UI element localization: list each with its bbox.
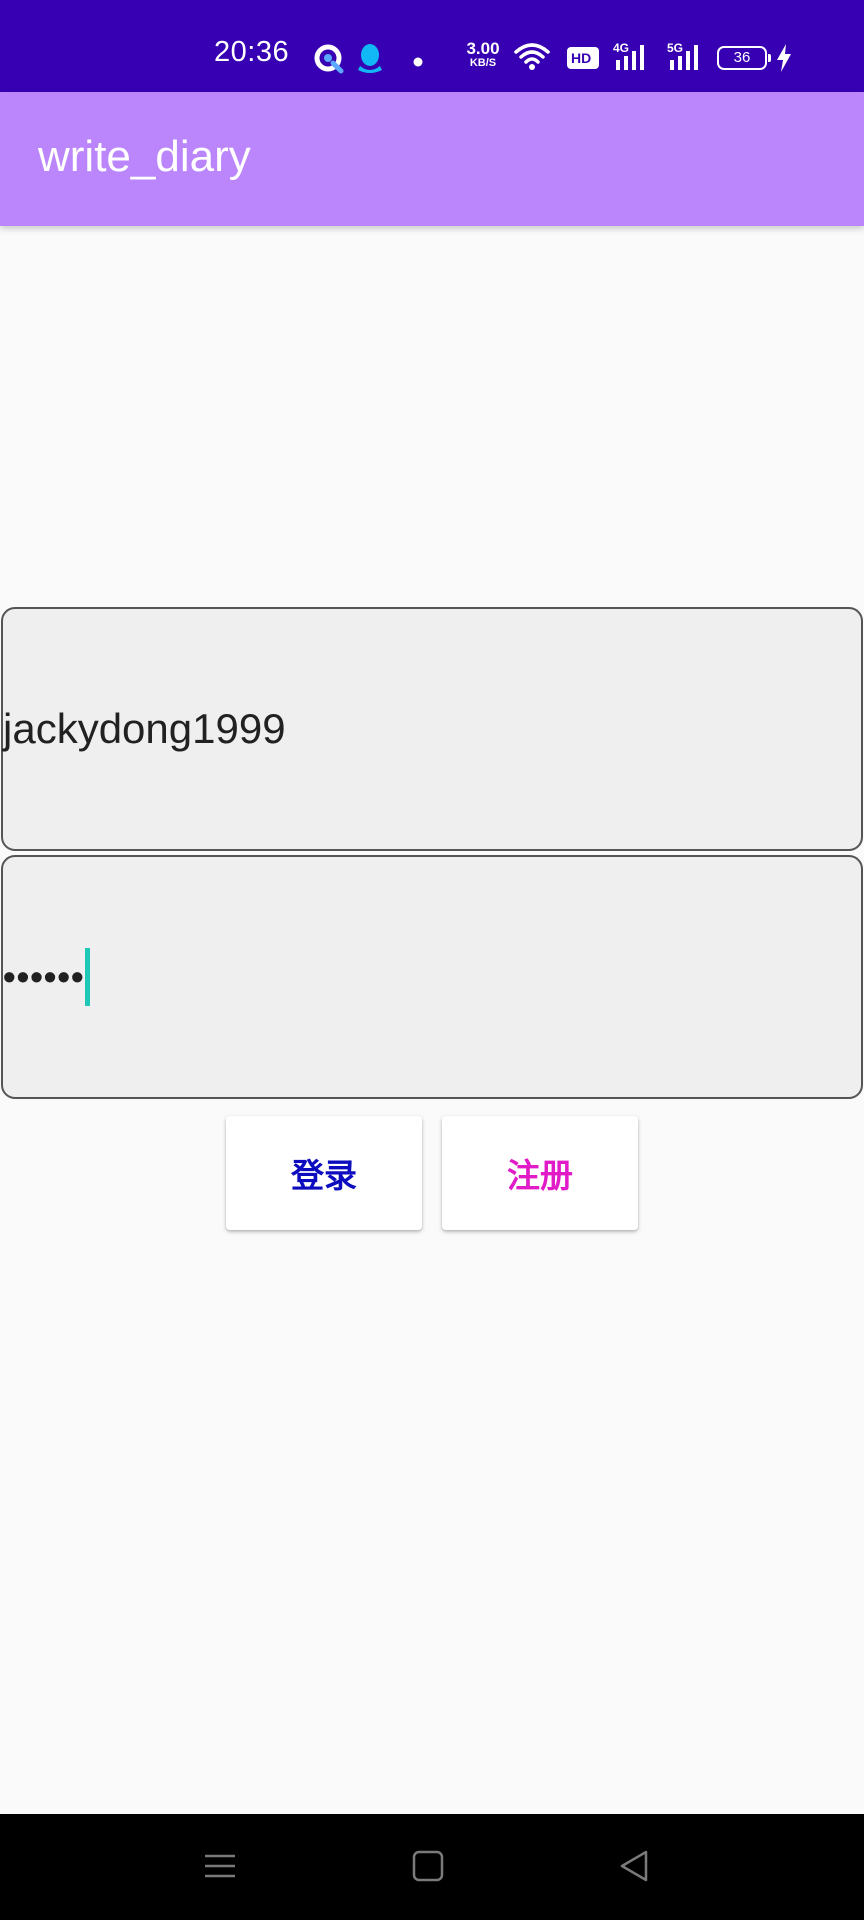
- password-field[interactable]: ••••••: [1, 855, 863, 1099]
- charging-icon: [776, 44, 792, 76]
- svg-text:HD: HD: [571, 50, 591, 66]
- network-speed-value: 3.00: [466, 39, 500, 58]
- password-value: ••••••: [3, 956, 85, 997]
- 5g-signal-icon: 5G: [666, 40, 706, 76]
- 4g-signal-icon: 4G: [612, 40, 652, 76]
- status-time: 20:36: [214, 36, 290, 68]
- svg-text:5G: 5G: [667, 41, 683, 55]
- hd-icon: HD: [566, 46, 600, 74]
- battery-icon: 36: [717, 46, 771, 70]
- quark-browser-icon: [314, 44, 344, 78]
- network-speed-unit: KB/S: [469, 57, 497, 69]
- register-button-label: 注册: [507, 1156, 573, 1195]
- menu-icon[interactable]: [202, 1848, 238, 1888]
- text-cursor: [84, 948, 90, 1006]
- app-title: write_diary: [38, 132, 251, 181]
- username-value: jackydong1999: [3, 705, 286, 752]
- svg-text:4G: 4G: [613, 41, 629, 55]
- login-button[interactable]: 登录: [226, 1116, 422, 1230]
- back-icon[interactable]: [616, 1848, 652, 1888]
- home-icon[interactable]: [410, 1848, 446, 1888]
- app-bar: write_diary: [0, 92, 864, 226]
- network-speed: 3.00 KB/S: [462, 40, 504, 69]
- battery-level: 36: [733, 49, 751, 66]
- qq-icon: [356, 42, 384, 78]
- username-field[interactable]: jackydong1999: [1, 607, 863, 851]
- login-button-label: 登录: [291, 1156, 357, 1195]
- wifi-icon: [514, 42, 550, 76]
- status-bar: 20:36 3.00 KB/S HD 4G 5G 36: [0, 0, 864, 92]
- navigation-bar: [0, 1814, 864, 1920]
- register-button[interactable]: 注册: [442, 1116, 638, 1230]
- notification-dot-icon: [413, 52, 423, 71]
